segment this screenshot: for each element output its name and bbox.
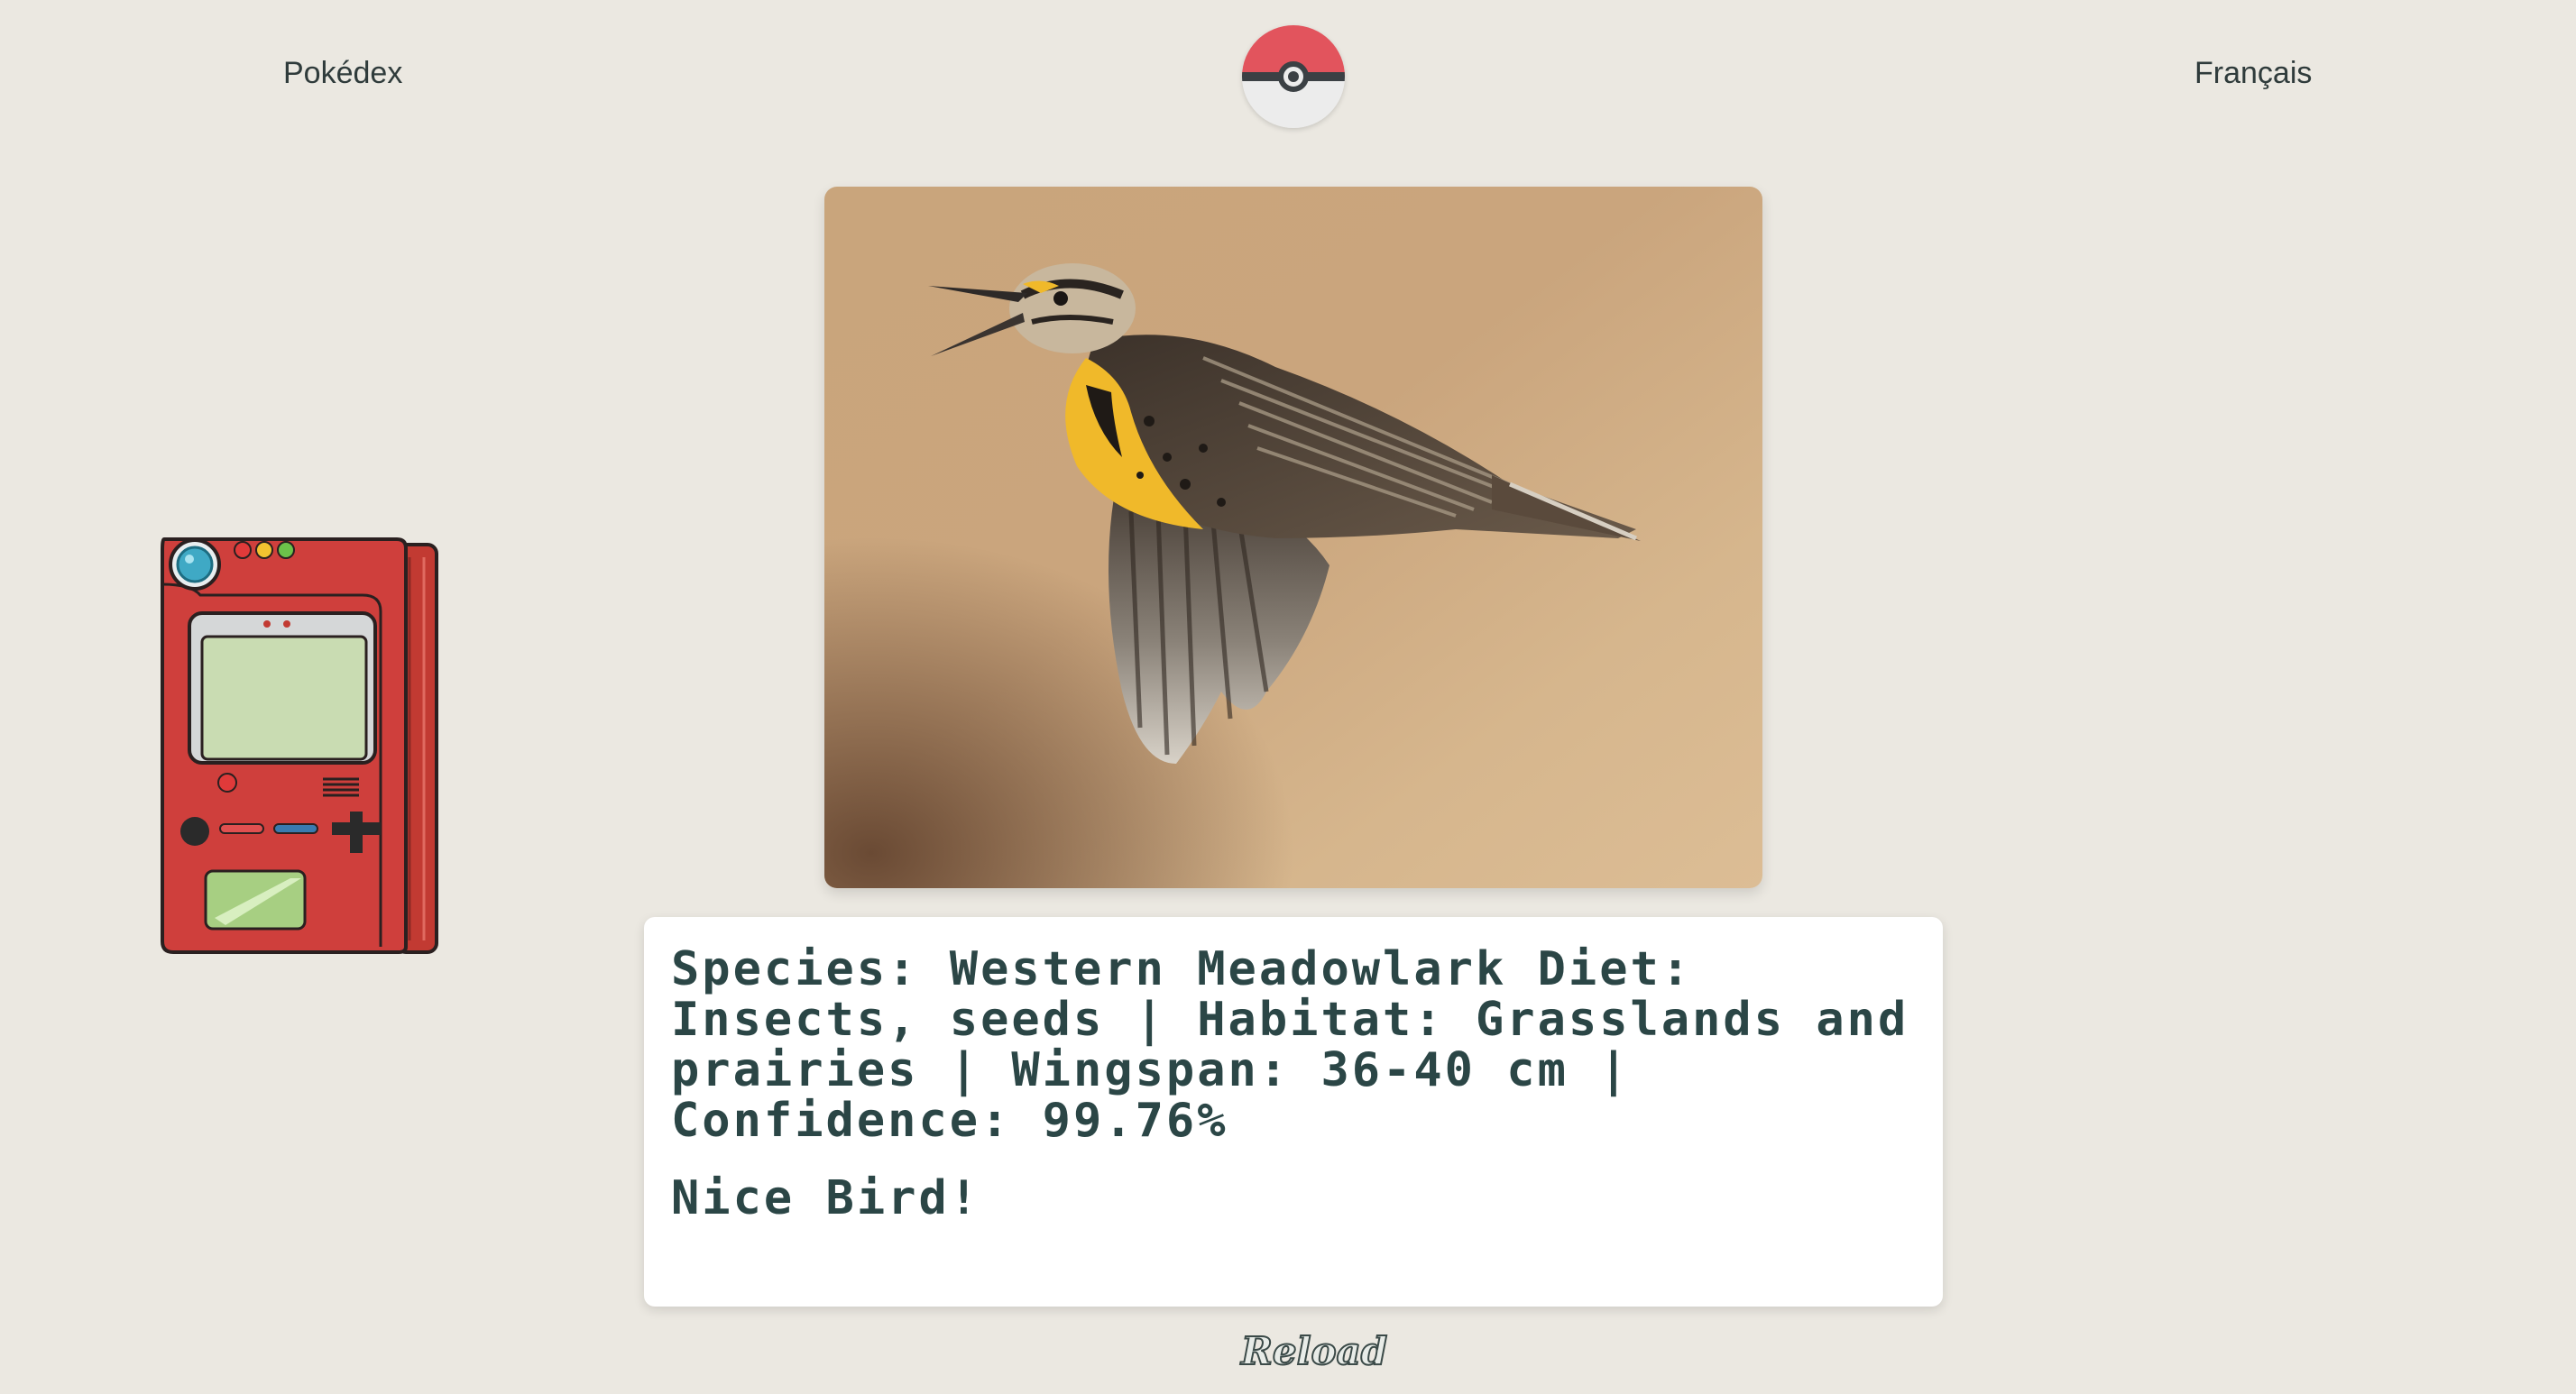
pokedex-device-icon [161, 537, 438, 954]
bird-details-text: Species: Western Meadowlark Diet: Insect… [671, 942, 1909, 1148]
result-message: Nice Bird! [671, 1171, 981, 1225]
western-meadowlark-image [824, 187, 1762, 888]
bird-info-card: Species: Western Meadowlark Diet: Insect… [644, 917, 1943, 1307]
pokeball-logo-icon[interactable] [1242, 25, 1345, 128]
nav-pokedex-link[interactable]: Pokédex [283, 56, 402, 91]
reload-button[interactable]: Reload [1240, 1328, 1388, 1374]
bird-photo [824, 187, 1762, 888]
language-switch-link[interactable]: Français [2194, 56, 2312, 91]
